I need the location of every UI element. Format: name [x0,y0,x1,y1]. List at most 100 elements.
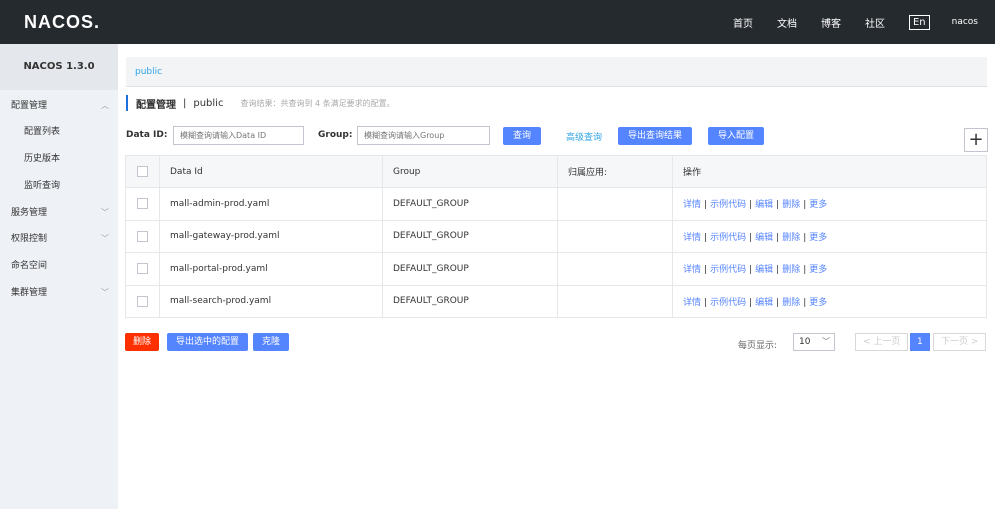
op-separator: | [704,232,708,243]
nav-docs[interactable]: 文档 [777,15,797,30]
op-more-link[interactable]: 更多 [809,298,827,308]
user-name[interactable]: nacos [952,17,978,27]
select-all-checkbox[interactable] [137,166,148,177]
sidebar-item-label: 权限控制 [11,234,48,244]
op-delete-link[interactable]: 删除 [782,200,800,210]
op-more-link[interactable]: 更多 [809,265,827,275]
sidebar-item-history[interactable]: 历史版本 [0,146,118,172]
dataid-input[interactable] [173,126,304,145]
op-edit-link[interactable]: 编辑 [755,200,773,210]
row-checkbox[interactable] [137,198,148,210]
nav-blog[interactable]: 博客 [821,15,841,30]
cell-group: DEFAULT_GROUP [382,284,558,318]
page-1-button[interactable]: 1 [910,333,930,351]
col-app: 归属应用: [557,155,673,188]
op-more-link[interactable]: 更多 [809,200,827,210]
op-separator: | [803,200,807,211]
clone-button[interactable]: 克隆 [253,333,290,351]
sidebar-item-label: 命名空间 [11,261,48,271]
cell-app [557,284,673,318]
sidebar-item-config-list[interactable]: 配置列表 [0,119,118,145]
export-selected-button[interactable]: 导出选中的配置 [167,333,249,351]
sidebar-item-access-control[interactable]: 权限控制 ﹀ [0,226,118,252]
row-checkbox[interactable] [137,295,148,307]
delete-button[interactable]: 删除 [125,333,160,351]
op-separator: | [776,297,780,308]
op-delete-link[interactable]: 删除 [782,265,800,275]
sidebar-item-listener-query[interactable]: 监听查询 [0,173,118,199]
op-delete-link[interactable]: 删除 [782,233,800,243]
version-label: NACOS 1.3.0 [0,44,118,90]
col-operations: 操作 [672,155,987,188]
table-header-row: Data Id Group 归属应用: 操作 [125,155,987,188]
sidebar-item-config-management[interactable]: 配置管理 ︿ [0,93,118,119]
nav-community[interactable]: 社区 [865,15,885,30]
row-checkbox-cell [125,219,160,253]
op-delete-link[interactable]: 删除 [782,298,800,308]
sidebar-item-namespace[interactable]: 命名空间 [0,253,118,279]
cell-group: DEFAULT_GROUP [382,187,558,221]
sidebar-item-label: 服务管理 [11,208,48,218]
chevron-down-icon: ﹀ [101,208,109,217]
op-sample-code-link[interactable]: 示例代码 [710,200,746,210]
query-result-hint: 查询结果：共查询到 4 条满足要求的配置。 [240,98,395,108]
op-sample-code-link[interactable]: 示例代码 [710,265,746,275]
namespace-bar: public [126,57,987,87]
cell-operations: 详情 | 示例代码 | 编辑 | 删除 | 更多 [672,187,987,221]
next-page-button[interactable]: 下一页 > [933,333,987,351]
cell-operations: 详情 | 示例代码 | 编辑 | 删除 | 更多 [672,219,987,253]
dataid-label: Data ID: [126,130,168,140]
import-config-button[interactable]: 导入配置 [708,127,765,145]
group-input[interactable] [357,126,490,145]
cell-dataid: mall-search-prod.yaml [159,284,383,318]
language-toggle[interactable]: En [908,14,930,30]
op-details-link[interactable]: 详情 [683,298,701,308]
advanced-query-link[interactable]: 高级查询 [566,130,602,143]
nacos-logo[interactable]: NACOS. [24,12,100,33]
op-more-link[interactable]: 更多 [809,233,827,243]
page-size-select[interactable]: 10 ﹀ [793,333,835,351]
add-config-button[interactable]: + [964,128,988,152]
cell-app [557,187,673,221]
query-button[interactable]: 查询 [503,127,542,145]
chevron-down-icon: ﹀ [101,288,109,297]
page-size-value: 10 [799,337,811,347]
op-sample-code-link[interactable]: 示例代码 [710,298,746,308]
sidebar-item-label: 监听查询 [24,181,61,191]
filter-bar: Data ID: Group: 查询 高级查询 导出查询结果 导入配置 + [126,126,988,152]
op-separator: | [803,265,807,276]
op-sample-code-link[interactable]: 示例代码 [710,233,746,243]
cell-group: DEFAULT_GROUP [382,219,558,253]
col-group[interactable]: Group [382,155,558,188]
op-edit-link[interactable]: 编辑 [755,233,773,243]
cell-operations: 详情 | 示例代码 | 编辑 | 删除 | 更多 [672,252,987,286]
export-results-button[interactable]: 导出查询结果 [618,127,693,145]
op-details-link[interactable]: 详情 [683,233,701,243]
prev-page-button[interactable]: < 上一页 [855,333,909,351]
chevron-down-icon: ﹀ [822,337,830,346]
op-separator: | [704,297,708,308]
op-edit-link[interactable]: 编辑 [755,298,773,308]
row-checkbox[interactable] [137,230,148,242]
cell-group: DEFAULT_GROUP [382,252,558,286]
op-edit-link[interactable]: 编辑 [755,265,773,275]
sidebar-item-label: 配置管理 [11,101,48,111]
row-checkbox[interactable] [137,263,148,275]
table-row: mall-portal-prod.yaml DEFAULT_GROUP 详情 | 示例代… [125,252,987,286]
op-separator: | [749,232,753,243]
cell-app [557,219,673,253]
namespace-public[interactable]: public [135,67,162,77]
cell-dataid: mall-gateway-prod.yaml [159,219,383,253]
main-content: public 配置管理 | public 查询结果：共查询到 4 条满足要求的配… [118,44,995,509]
op-details-link[interactable]: 详情 [683,265,701,275]
op-details-link[interactable]: 详情 [683,200,701,210]
sidebar-item-cluster-management[interactable]: 集群管理 ﹀ [0,280,118,306]
chevron-down-icon: ﹀ [101,234,109,243]
sidebar-item-service-management[interactable]: 服务管理 ﹀ [0,200,118,226]
row-checkbox-cell [125,284,160,318]
nav-home[interactable]: 首页 [733,15,753,30]
group-label: Group: [318,130,353,140]
row-checkbox-cell [125,252,160,286]
col-dataid[interactable]: Data Id [159,155,383,188]
page-title-text: 配置管理 [136,99,176,111]
